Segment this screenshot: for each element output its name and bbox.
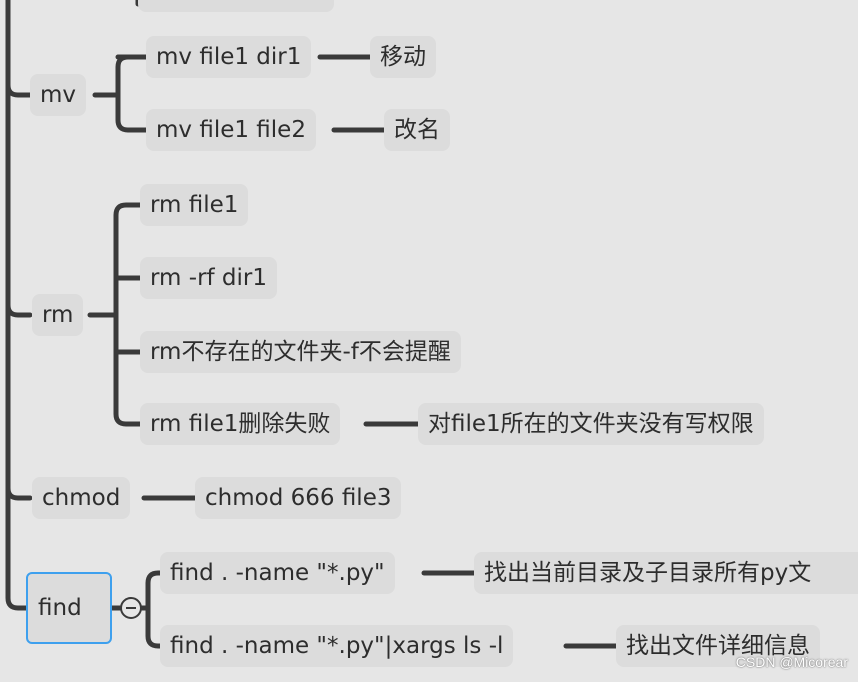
branch-chmod <box>5 485 33 501</box>
branch-mv <box>5 82 33 98</box>
node-find-name-cmd[interactable]: find . -name "*.py" <box>160 552 395 594</box>
branch-rm <box>5 302 33 318</box>
node-mv-move-desc[interactable]: 移动 <box>370 36 436 78</box>
node-rm-file[interactable]: rm file1 <box>140 184 249 226</box>
node-rm-missing[interactable]: rm不存在的文件夹-f不会提醒 <box>140 331 461 373</box>
node-find-xargs-cmd[interactable]: find . -name "*.py"|xargs ls -l <box>160 625 514 667</box>
node-mv-move-cmd[interactable]: mv file1 dir1 <box>146 36 312 78</box>
node-rm-fail-reason[interactable]: 对file1所在的文件夹没有写权限 <box>418 403 764 445</box>
node-find-name-desc[interactable]: 找出当前目录及子目录所有py文 <box>474 552 858 594</box>
node-chmod-cmd[interactable]: chmod 666 file3 <box>195 477 402 519</box>
node-chmod[interactable]: chmod <box>32 477 131 519</box>
node-rm[interactable]: rm <box>32 294 84 336</box>
node-find[interactable]: find <box>26 572 112 644</box>
collapse-toggle-icon[interactable] <box>120 597 142 619</box>
node-mv-rename-cmd[interactable]: mv file1 file2 <box>146 109 316 151</box>
node-rm-fail[interactable]: rm file1删除失败 <box>140 403 341 445</box>
node-top-partial[interactable] <box>138 0 334 12</box>
node-rm-dir[interactable]: rm -rf dir1 <box>140 257 278 299</box>
node-mv[interactable]: mv <box>30 74 87 116</box>
watermark: CSDN @Micorear <box>735 654 848 670</box>
node-mv-rename-desc[interactable]: 改名 <box>384 109 450 151</box>
